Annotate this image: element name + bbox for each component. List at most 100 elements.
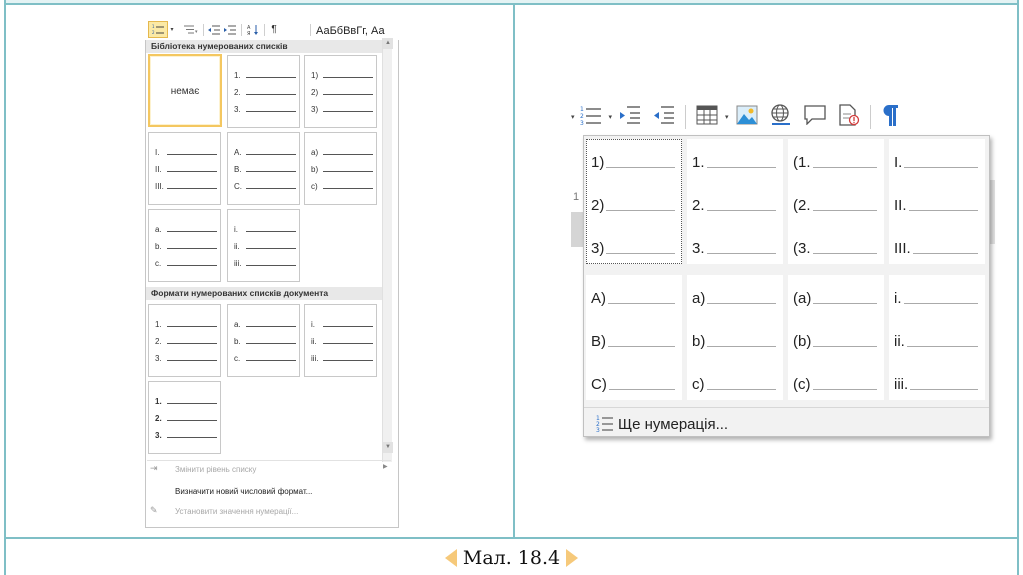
numbering-style-tile[interactable]: 1) 2) 3) xyxy=(586,139,682,264)
list-text-line xyxy=(706,210,776,211)
decrease-indent-icon[interactable] xyxy=(653,105,675,130)
set-numbering-value-item[interactable]: Установити значення нумерації... xyxy=(175,507,298,516)
list-marker: ii. xyxy=(311,337,317,346)
figure-caption-bar: Мал. 18.4 xyxy=(0,541,1023,575)
numbering-style-tile[interactable]: A) B) C) xyxy=(586,275,682,400)
list-marker: B) xyxy=(591,333,606,350)
increase-indent-button[interactable] xyxy=(223,21,237,38)
list-marker: (a) xyxy=(793,290,812,307)
dropdown-arrow-icon[interactable]: ▾ xyxy=(571,113,575,121)
comment-icon[interactable] xyxy=(803,104,826,130)
list-preview-row: 1. xyxy=(155,396,217,406)
list-preview-row: (2. xyxy=(793,194,877,214)
list-marker: 2. xyxy=(692,197,705,214)
track-changes-icon[interactable] xyxy=(838,103,860,131)
numbering-style-tile[interactable]: (1. (2. (3. xyxy=(788,139,884,264)
gallery-scrollbar[interactable]: ▲ ▼ xyxy=(382,38,393,462)
more-numbering-item[interactable]: Ще нумерація... xyxy=(618,416,728,433)
list-preview-row: 3. xyxy=(234,104,296,114)
list-preview-row: a) xyxy=(692,287,776,307)
dropdown-arrow-icon[interactable]: ▾ xyxy=(725,113,729,121)
list-marker: 1. xyxy=(155,397,162,406)
change-list-level-item[interactable]: Змінити рівень списку xyxy=(175,465,256,474)
numbering-button[interactable]: 12 xyxy=(148,21,168,38)
list-marker: (1. xyxy=(793,154,811,171)
dropdown-arrow-icon[interactable]: ▾ xyxy=(609,113,613,121)
formatting-marks-icon[interactable] xyxy=(881,103,899,132)
list-text-line xyxy=(167,231,217,232)
list-text-line xyxy=(167,420,217,421)
list-marker: (3. xyxy=(793,240,811,257)
numbering-none-tile[interactable]: немає xyxy=(148,54,222,127)
show-formatting-button[interactable]: ¶ xyxy=(268,21,280,38)
list-marker: 1) xyxy=(591,154,605,171)
numbering-style-tile[interactable]: 1. 2. 3. xyxy=(687,139,783,264)
styles-preview[interactable]: АаБбВвГг, Аа xyxy=(316,25,385,37)
document-numbering-tile[interactable]: a. b. c. xyxy=(227,304,300,377)
list-text-line xyxy=(813,303,877,304)
increase-indent-icon[interactable] xyxy=(619,105,641,130)
previous-arrow-icon xyxy=(444,549,457,567)
document-numbering-tile[interactable]: i. ii. iii. xyxy=(304,304,377,377)
numbering-tile[interactable]: a) b) c) xyxy=(304,132,377,205)
numbering-tile[interactable]: a. b. c. xyxy=(148,209,221,282)
numbering-style-tile[interactable]: (a) (b) (c) xyxy=(788,275,884,400)
list-marker: a) xyxy=(311,148,319,157)
ordered-list-icon[interactable]: 123 xyxy=(580,104,602,131)
ruler-digit: 1 xyxy=(573,191,580,203)
svg-text:Я: Я xyxy=(247,31,250,35)
numbering-style-tile[interactable]: a) b) c) xyxy=(687,275,783,400)
table-icon[interactable] xyxy=(696,105,718,130)
next-arrow-icon xyxy=(566,549,579,567)
document-numbering-tile[interactable]: 1. 2. 3. xyxy=(148,304,221,377)
list-preview-row: I. xyxy=(155,147,217,157)
list-marker: III. xyxy=(155,182,164,191)
scroll-down-arrow-icon[interactable]: ▼ xyxy=(383,442,393,453)
multilevel-list-button[interactable]: ▾ xyxy=(179,21,201,38)
list-text-line xyxy=(608,389,675,390)
list-marker: iii. xyxy=(311,354,319,363)
scroll-up-arrow-icon[interactable]: ▲ xyxy=(383,38,393,49)
toolbar-separator xyxy=(869,105,871,129)
numbering-tile[interactable]: A. B. C. xyxy=(227,132,300,205)
list-text-line xyxy=(323,343,373,344)
list-text-line xyxy=(167,437,217,438)
list-text-line xyxy=(246,154,296,155)
list-preview-row: A) xyxy=(591,287,675,307)
define-number-format-item[interactable]: Визначити новий числовий формат... xyxy=(175,487,312,496)
svg-text:2: 2 xyxy=(580,113,584,120)
list-preview-row: B) xyxy=(591,330,675,350)
list-marker: 2. xyxy=(155,414,162,423)
numbering-tile[interactable]: i. ii. iii. xyxy=(227,209,300,282)
list-text-line xyxy=(246,188,296,189)
numbering-style-tile[interactable]: i. ii. iii. xyxy=(889,275,985,400)
list-preview-row: i. xyxy=(311,319,373,329)
list-text-line xyxy=(167,326,217,327)
list-preview-row: 1. xyxy=(234,70,296,80)
numbering-style-tile[interactable]: I. II. III. xyxy=(889,139,985,264)
numbering-tile[interactable]: 1) 2) 3) xyxy=(304,55,377,128)
list-marker: I. xyxy=(894,154,903,171)
list-marker: (b) xyxy=(793,333,812,350)
decrease-indent-button[interactable] xyxy=(207,21,221,38)
list-text-line xyxy=(323,154,373,155)
list-marker: b. xyxy=(234,337,241,346)
document-numbering-tile[interactable]: 1. 2. 3. xyxy=(148,381,221,454)
list-text-line xyxy=(706,167,776,168)
list-text-line xyxy=(606,253,675,254)
list-text-line xyxy=(323,171,373,172)
list-marker: b) xyxy=(692,333,706,350)
numbering-dropdown-arrow[interactable]: ▾ xyxy=(168,21,176,38)
sort-button[interactable]: AЯ xyxy=(245,21,261,38)
list-text-line xyxy=(246,111,296,112)
numbering-tile[interactable]: 1. 2. 3. xyxy=(227,55,300,128)
list-text-line xyxy=(167,171,217,172)
hyperlink-globe-icon[interactable] xyxy=(770,103,792,131)
image-icon[interactable] xyxy=(736,105,758,130)
toolbar-separator xyxy=(685,105,687,129)
numbering-tile[interactable]: I. II. III. xyxy=(148,132,221,205)
svg-text:2: 2 xyxy=(152,30,155,35)
list-marker: 3. xyxy=(234,105,241,114)
frame-divider-vertical xyxy=(513,4,515,538)
ribbon-separator xyxy=(241,24,242,36)
